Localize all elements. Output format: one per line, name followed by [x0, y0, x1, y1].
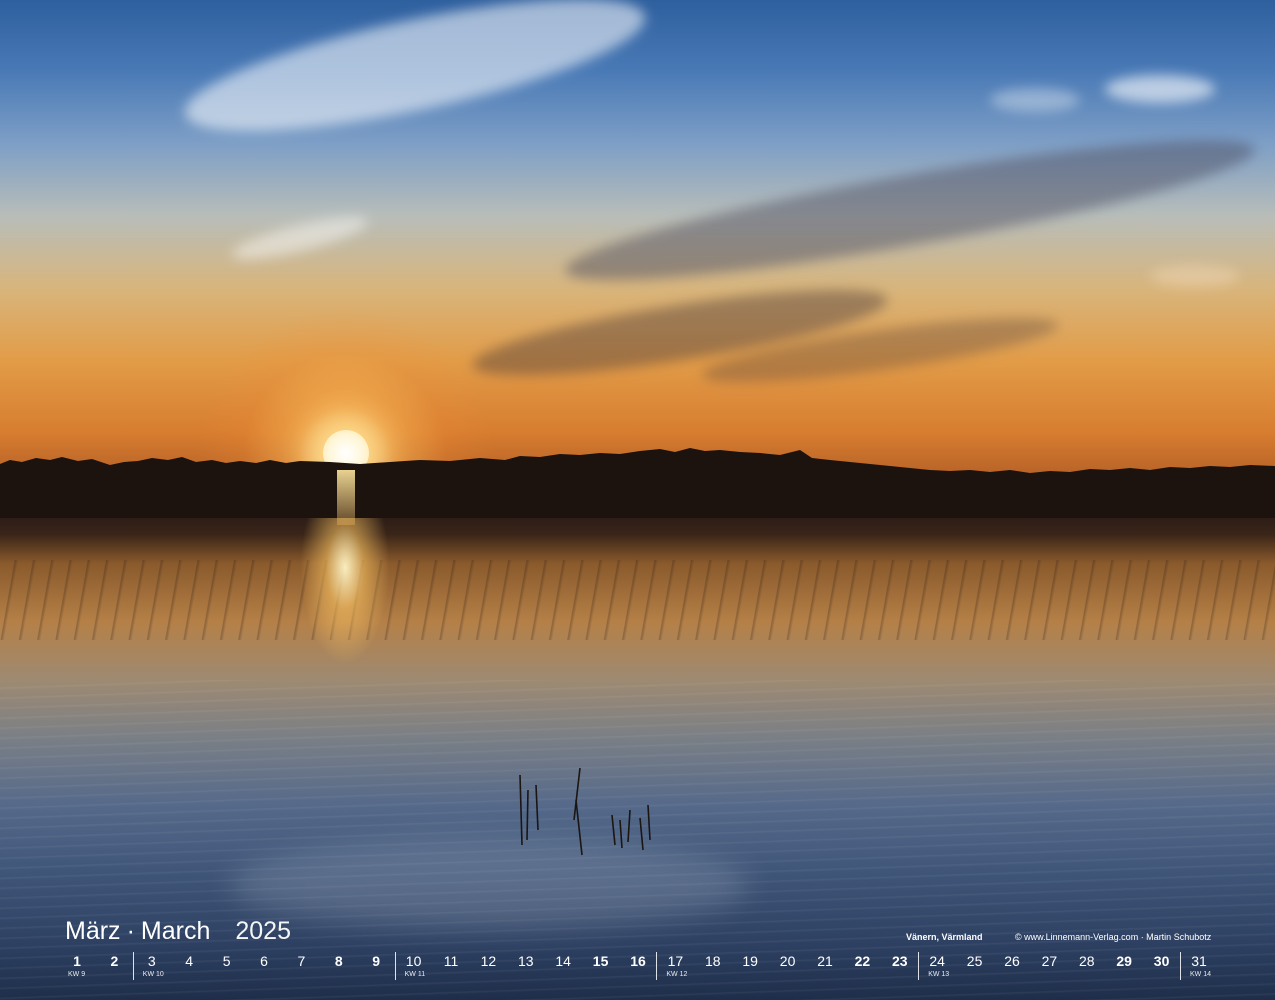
- sun-column: [337, 470, 355, 525]
- cloud: [990, 88, 1080, 112]
- day-9: 9: [372, 953, 381, 969]
- reeds: [519, 767, 651, 856]
- day-29: 29: [1116, 953, 1132, 969]
- day-30: 30: [1153, 953, 1170, 969]
- day-18: 18: [705, 953, 721, 969]
- week-separator: [394, 952, 396, 980]
- day-27: 27: [1041, 953, 1058, 969]
- title-separator: ·: [126, 917, 135, 945]
- day-28: 28: [1079, 953, 1095, 969]
- day-12: 12: [480, 953, 497, 969]
- day-4: 4: [185, 953, 194, 969]
- photo-location: Vänern, Värmland: [906, 932, 983, 942]
- day-23: 23: [892, 953, 908, 969]
- day-26: 26: [1004, 953, 1020, 969]
- day-8: 8: [334, 953, 343, 969]
- month-german: März: [65, 917, 121, 945]
- day-31: 31: [1191, 953, 1207, 969]
- week-number-label: KW 9: [68, 971, 86, 978]
- sun-reflection: [300, 515, 390, 665]
- day-10: 10: [405, 953, 422, 969]
- day-25: 25: [966, 953, 983, 969]
- day-14: 14: [555, 953, 571, 969]
- week-separator: [656, 952, 658, 980]
- week-number-label: KW 14: [1190, 971, 1212, 978]
- photo-credit: © www.Linnemann-Verlag.com · Martin Schu…: [1015, 932, 1212, 942]
- day-16: 16: [630, 953, 646, 969]
- day-5: 5: [222, 953, 231, 969]
- cloud: [1150, 265, 1240, 287]
- week-separator: [918, 952, 920, 980]
- month-title: März · March 2025: [65, 915, 291, 947]
- day-17: 17: [667, 953, 684, 969]
- day-19: 19: [742, 953, 758, 969]
- day-24: 24: [929, 953, 945, 969]
- day-20: 20: [779, 953, 796, 969]
- week-separator: [132, 952, 134, 980]
- day-3: 3: [147, 953, 156, 969]
- month-english: March: [140, 917, 211, 945]
- day-2: 2: [110, 953, 119, 969]
- week-separator: [1180, 952, 1181, 980]
- week-number-label: KW 12: [666, 971, 688, 978]
- week-number-label: KW 13: [928, 971, 950, 978]
- water-lilies: [0, 560, 1275, 640]
- landscape-photo: [0, 0, 1275, 1000]
- day-7: 7: [297, 953, 306, 969]
- day-15: 15: [592, 953, 609, 969]
- day-11: 11: [443, 953, 459, 969]
- day-22: 22: [854, 953, 871, 969]
- day-13: 13: [518, 953, 534, 969]
- treeline-silhouette: [0, 448, 1275, 518]
- year: 2025: [235, 917, 291, 945]
- day-1: 1: [73, 953, 81, 969]
- calendar-strip: März · March 2025 Vänern, Värmland © www.Li…: [0, 908, 1275, 1000]
- week-number-label: KW 11: [404, 971, 426, 978]
- day-row: 1 2 3 4 5 6 7 8 9 10 11 12 13 14 15 16 17 18 19 20 21 22 23 24 2…: [0, 952, 1275, 992]
- day-6: 6: [260, 953, 268, 969]
- cloud: [1105, 75, 1215, 103]
- day-21: 21: [817, 953, 833, 969]
- week-number-label: KW 10: [142, 971, 164, 978]
